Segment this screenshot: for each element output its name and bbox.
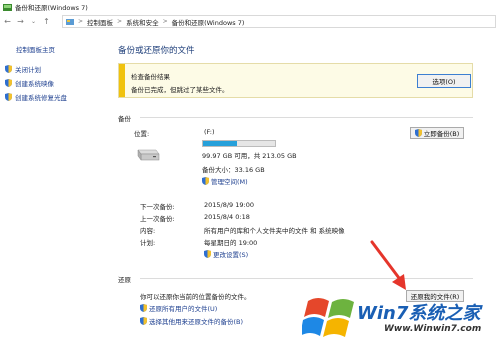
shield-icon: [204, 250, 211, 258]
disk-usage-bar: [202, 140, 276, 147]
back-arrow-icon[interactable]: ←: [2, 16, 13, 27]
shield-icon: [140, 317, 147, 325]
sidebar-item-label: 关闭计划: [15, 66, 41, 74]
manage-space-link[interactable]: 管理空间(M): [202, 176, 248, 186]
schedule-label: 计划:: [140, 239, 156, 247]
change-settings-link[interactable]: 更改设置(S): [204, 249, 248, 259]
sidebar: 控制面板主页 关闭计划 创建系统映像 创建系统修复光盘: [0, 30, 110, 345]
annotation-arrow-icon: [370, 240, 406, 290]
breadcrumb-separator: >: [78, 18, 84, 25]
location-value: (F:): [204, 128, 215, 136]
sidebar-item-create-image[interactable]: 创建系统映像: [5, 78, 54, 88]
contents-value: 所有用户的库和个人文件夹中的文件 和 系统映像: [204, 227, 345, 235]
change-settings-label: 更改设置(S): [213, 251, 249, 259]
free-space-text: 99.97 GB 可用，共 213.05 GB: [202, 152, 297, 160]
shield-icon: [202, 177, 209, 185]
watermark-url: Www.Winwin7.com: [384, 324, 482, 334]
breadcrumb-backup-restore[interactable]: 备份和还原(Windows 7): [172, 17, 245, 27]
last-backup-label: 上一次备份:: [140, 215, 175, 223]
contents-label: 内容:: [140, 227, 156, 235]
shield-icon: [5, 93, 12, 101]
manage-space-label: 管理空间(M): [211, 178, 248, 186]
window-title: 备份和还原(Windows 7): [15, 3, 88, 12]
select-other-backup-label: 选择其他用来还原文件的备份(B): [149, 318, 244, 326]
sidebar-item-repair-disc[interactable]: 创建系统修复光盘: [5, 92, 67, 102]
next-backup-label: 下一次备份:: [140, 203, 175, 211]
check-results-title: 检查备份结果: [131, 73, 170, 81]
backup-now-button[interactable]: 立即备份(B): [410, 127, 464, 139]
drive-icon: [137, 149, 160, 161]
watermark-brand: Win7系统之家: [357, 303, 481, 324]
up-arrow-icon[interactable]: ↑: [41, 16, 52, 27]
last-backup-value: 2015/8/4 0:18: [204, 213, 250, 221]
select-other-backup-link[interactable]: 选择其他用来还原文件的备份(B): [140, 316, 243, 326]
disk-usage-fill: [203, 141, 237, 146]
shield-icon: [5, 79, 12, 87]
options-button[interactable]: 选项(O): [417, 74, 471, 88]
backup-app-icon: [3, 3, 12, 11]
breadcrumb-separator: >: [117, 18, 123, 25]
restore-section-header: 还原: [118, 276, 131, 284]
windows-logo-icon: [302, 298, 354, 337]
sidebar-item-label: 创建系统修复光盘: [15, 94, 67, 102]
check-results-panel: 检查备份结果 备份已完成，但跳过了某些文件。 选项(O): [118, 63, 473, 98]
sidebar-item-label: 创建系统映像: [15, 80, 54, 88]
shield-icon: [5, 65, 12, 73]
recent-dropdown-icon[interactable]: ⌄: [28, 16, 39, 27]
address-bar: ← → ⌄ ↑ > 控制面板 > 系统和安全 > 备份和还原(Windows 7…: [0, 13, 500, 30]
backup-divider: [140, 117, 473, 118]
backup-section-header: 备份: [118, 115, 131, 123]
restore-description: 你可以还原你当前的位置备份的文件。: [140, 293, 251, 301]
sidebar-item-turn-off-schedule[interactable]: 关闭计划: [5, 64, 41, 74]
schedule-value: 每星期日的 19:00: [204, 239, 258, 247]
check-results-text: 备份已完成，但跳过了某些文件。: [131, 86, 229, 94]
backup-now-label: 立即备份(B): [423, 130, 460, 138]
restore-divider: [140, 278, 473, 279]
breadcrumb-separator: >: [162, 18, 168, 25]
backup-size-text: 备份大小：33.16 GB: [202, 166, 265, 174]
title-bar: 备份和还原(Windows 7): [0, 0, 500, 13]
control-panel-icon: [66, 18, 74, 25]
restore-all-users-label: 还原所有用户的文件(U): [149, 305, 218, 313]
breadcrumb-system-security[interactable]: 系统和安全: [126, 17, 159, 27]
shield-icon: [414, 129, 422, 137]
warning-stripe: [119, 64, 125, 97]
restore-all-users-link[interactable]: 还原所有用户的文件(U): [140, 303, 217, 313]
sidebar-home-link[interactable]: 控制面板主页: [16, 44, 55, 54]
shield-icon: [140, 304, 147, 312]
forward-arrow-icon[interactable]: →: [15, 16, 26, 27]
breadcrumb[interactable]: > 控制面板 > 系统和安全 > 备份和还原(Windows 7): [62, 15, 496, 28]
page-title: 备份或还原你的文件: [118, 46, 195, 56]
location-label: 位置:: [134, 130, 150, 138]
next-backup-value: 2015/8/9 19:00: [204, 201, 254, 209]
breadcrumb-control-panel[interactable]: 控制面板: [87, 17, 113, 27]
